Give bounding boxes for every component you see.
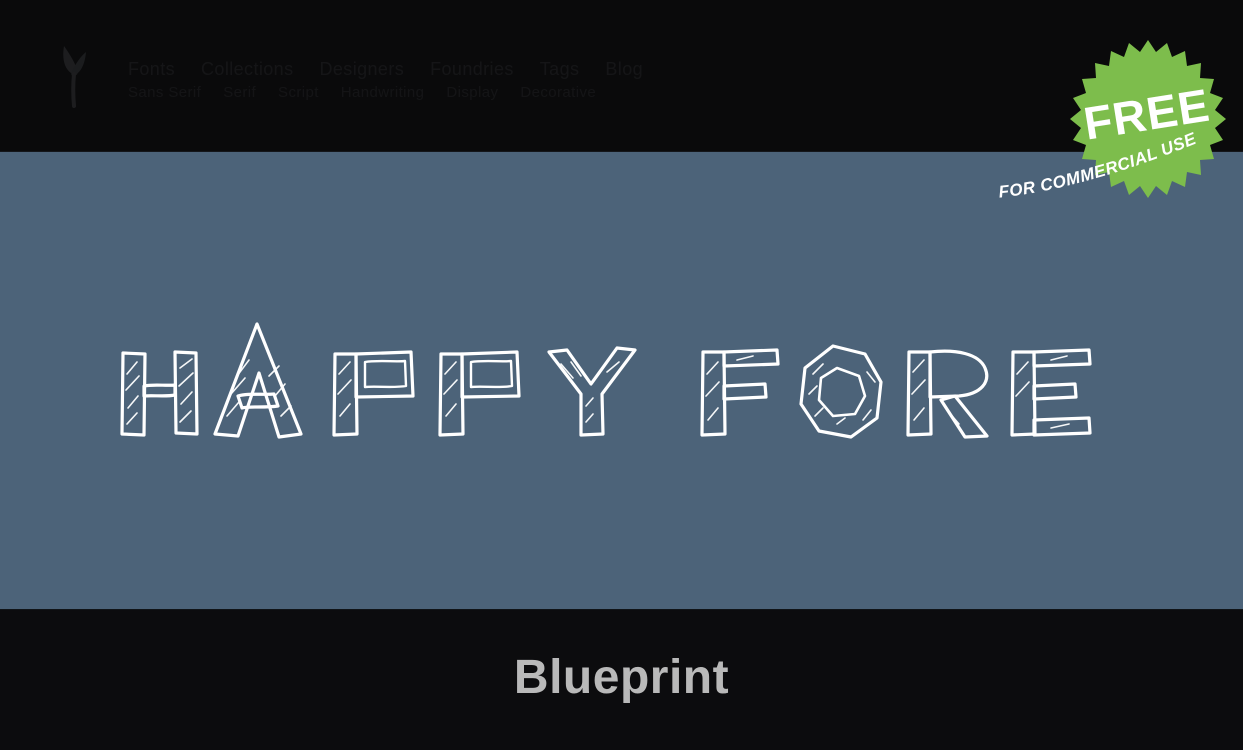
nav-item-1[interactable]: Collections <box>201 58 293 80</box>
nav-sub-item-4[interactable]: Display <box>446 82 498 104</box>
nav-sub-item-2[interactable]: Script <box>278 82 319 104</box>
footer-divider <box>0 609 1243 610</box>
footer-bar: Blueprint <box>0 609 1243 750</box>
nav-item-0[interactable]: Fonts <box>128 58 175 80</box>
sample-text-happy-forever <box>119 321 1092 439</box>
nav-item-4[interactable]: Tags <box>540 58 580 80</box>
font-preview-page: Fonts Collections Designers Foundries Ta… <box>0 0 1243 750</box>
font-preview-panel <box>0 152 1243 609</box>
free-for-commercial-use-badge[interactable]: FREE FOR COMMERCIAL USE <box>998 22 1243 218</box>
secondary-nav[interactable]: Sans Serif Serif Script Handwriting Disp… <box>128 82 596 104</box>
nav-item-5[interactable]: Blog <box>605 58 643 80</box>
nav-item-3[interactable]: Foundries <box>430 58 514 80</box>
sample-text-wrap <box>0 152 1243 609</box>
nav-sub-item-3[interactable]: Handwriting <box>341 82 425 104</box>
nav-sub-item-1[interactable]: Serif <box>223 82 256 104</box>
nav-sub-item-5[interactable]: Decorative <box>520 82 596 104</box>
nav-item-2[interactable]: Designers <box>319 58 404 80</box>
font-name-title: Blueprint <box>513 651 730 704</box>
nav-sub-item-0[interactable]: Sans Serif <box>128 82 201 104</box>
badge-commercial-use-text: FOR COMMERCIAL USE <box>998 129 1199 202</box>
primary-nav[interactable]: Fonts Collections Designers Foundries Ta… <box>128 58 643 80</box>
leaf-logo-icon[interactable] <box>52 42 116 108</box>
badge-subline-wrap: FOR COMMERCIAL USE <box>998 129 1199 202</box>
